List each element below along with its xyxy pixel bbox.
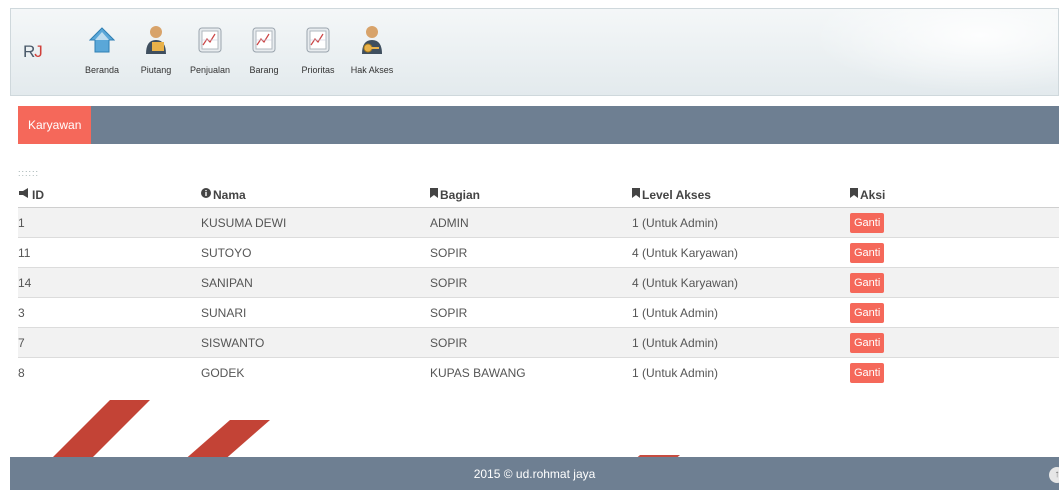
cell-nama: SISWANTO	[201, 335, 265, 350]
cell-level: 4 (Untuk Karyawan)	[632, 245, 739, 260]
header-bagian[interactable]: Bagian	[430, 182, 480, 207]
cell-id: 3	[18, 305, 25, 320]
chart-icon	[303, 23, 333, 57]
chart-icon	[195, 23, 225, 57]
cell-level: 1 (Untuk Admin)	[632, 366, 719, 380]
header-nama[interactable]: Nama	[201, 182, 246, 207]
nav-label: Barang	[249, 65, 279, 75]
nav-penjualan[interactable]: Penjualan	[183, 23, 237, 87]
cell-aksi: Ganti	[850, 238, 885, 267]
nav-label: Beranda	[84, 65, 120, 75]
table-row: 14 SANIPAN SOPIR 4 (Untuk Karyawan) Gant…	[18, 268, 1059, 298]
tab-karyawan[interactable]: Karyawan	[18, 106, 92, 144]
user-icon	[141, 23, 171, 57]
app-footer: 2015 © ud.rohmat jaya ↑	[10, 457, 1059, 490]
nav-barang[interactable]: Barang	[237, 23, 291, 87]
ganti-button[interactable]: Ganti	[850, 363, 885, 383]
main-nav: Beranda Piutang Penjualan Barang Priorit…	[75, 23, 399, 87]
nav-beranda[interactable]: Beranda	[75, 23, 129, 87]
chart-icon	[249, 23, 279, 57]
cell-nama: GODEK	[201, 366, 245, 380]
ganti-button[interactable]: Ganti	[850, 212, 885, 233]
header-aksi[interactable]: Aksi	[850, 182, 885, 207]
ganti-button[interactable]: Ganti	[850, 242, 885, 263]
cell-id: 14	[18, 275, 32, 290]
table-header-row: ID Nama Bagian Level Akses Aksi	[18, 182, 1059, 208]
info-icon	[201, 188, 211, 201]
nav-label: Hak Akses	[350, 65, 394, 75]
bookmark-icon	[850, 188, 858, 201]
header-id-label: ID	[32, 187, 44, 202]
footer-text: 2015 © ud.rohmat jaya	[473, 467, 596, 481]
header-id[interactable]: ID	[18, 182, 44, 207]
cell-id: 11	[18, 245, 31, 260]
cell-bagian: KUPAS BAWANG	[430, 366, 526, 380]
megaphone-icon	[18, 188, 30, 201]
panel-tab-bar: Karyawan	[18, 106, 1059, 144]
cell-nama: SANIPAN	[201, 275, 253, 290]
logo-j: J	[34, 42, 42, 61]
cell-level: 1 (Untuk Admin)	[632, 305, 719, 320]
table-row: 3 SUNARI SOPIR 1 (Untuk Admin) Ganti	[18, 298, 1059, 328]
cell-bagian: SOPIR	[430, 335, 468, 350]
cell-bagian: SOPIR	[430, 245, 468, 260]
nav-piutang[interactable]: Piutang	[129, 23, 183, 87]
cell-aksi: Ganti	[850, 298, 885, 327]
cell-bagian: SOPIR	[430, 305, 468, 320]
cell-id: 1	[18, 215, 25, 230]
table-row: 7 SISWANTO SOPIR 1 (Untuk Admin) Ganti	[18, 328, 1059, 358]
cell-id: 7	[18, 335, 25, 350]
ganti-button[interactable]: Ganti	[850, 302, 885, 323]
table-row: 1 KUSUMA DEWI ADMIN 1 (Untuk Admin) Gant…	[18, 208, 1059, 238]
nav-prioritas[interactable]: Prioritas	[291, 23, 345, 87]
user-key-icon	[357, 23, 387, 57]
cell-aksi: Ganti	[850, 268, 885, 297]
header-decoration	[798, 9, 1058, 95]
cell-aksi: Ganti	[850, 328, 885, 357]
app-logo[interactable]: RJ	[23, 42, 43, 62]
cell-bagian: SOPIR	[430, 275, 468, 290]
header-nama-label: Nama	[213, 187, 246, 202]
header-bagian-label: Bagian	[440, 187, 481, 202]
table-handle: ::::::	[18, 168, 40, 178]
nav-label: Penjualan	[189, 65, 231, 75]
bookmark-icon	[632, 188, 640, 201]
karyawan-table: ID Nama Bagian Level Akses Aksi 1 KUSUMA…	[18, 182, 1059, 388]
header-level[interactable]: Level Akses	[632, 182, 711, 207]
cell-level: 4 (Untuk Karyawan)	[632, 275, 739, 290]
logo-r: R	[23, 42, 35, 61]
table-row: 11 SUTOYO SOPIR 4 (Untuk Karyawan) Ganti	[18, 238, 1059, 268]
cell-bagian: ADMIN	[430, 215, 469, 230]
cell-level: 1 (Untuk Admin)	[632, 335, 719, 350]
nav-hak-akses[interactable]: Hak Akses	[345, 23, 399, 87]
table-row: 8 GODEK KUPAS BAWANG 1 (Untuk Admin) Gan…	[18, 358, 1059, 388]
app-header: RJ Beranda Piutang Penjualan Barang Prio…	[10, 8, 1059, 96]
cell-nama: SUTOYO	[201, 245, 252, 260]
cell-nama: KUSUMA DEWI	[201, 215, 287, 230]
cell-level: 1 (Untuk Admin)	[632, 215, 719, 230]
cell-nama: SUNARI	[201, 305, 247, 320]
bookmark-icon	[430, 188, 438, 201]
cell-aksi: Ganti	[850, 358, 885, 388]
home-icon	[87, 23, 117, 57]
scroll-top-icon[interactable]: ↑	[1049, 467, 1059, 483]
cell-aksi: Ganti	[850, 208, 885, 237]
header-level-label: Level Akses	[642, 187, 711, 202]
ganti-button[interactable]: Ganti	[850, 272, 885, 293]
ganti-button[interactable]: Ganti	[850, 332, 885, 353]
nav-label: Prioritas	[301, 65, 335, 75]
header-aksi-label: Aksi	[860, 187, 886, 202]
cell-id: 8	[18, 366, 25, 380]
nav-label: Piutang	[140, 65, 172, 75]
